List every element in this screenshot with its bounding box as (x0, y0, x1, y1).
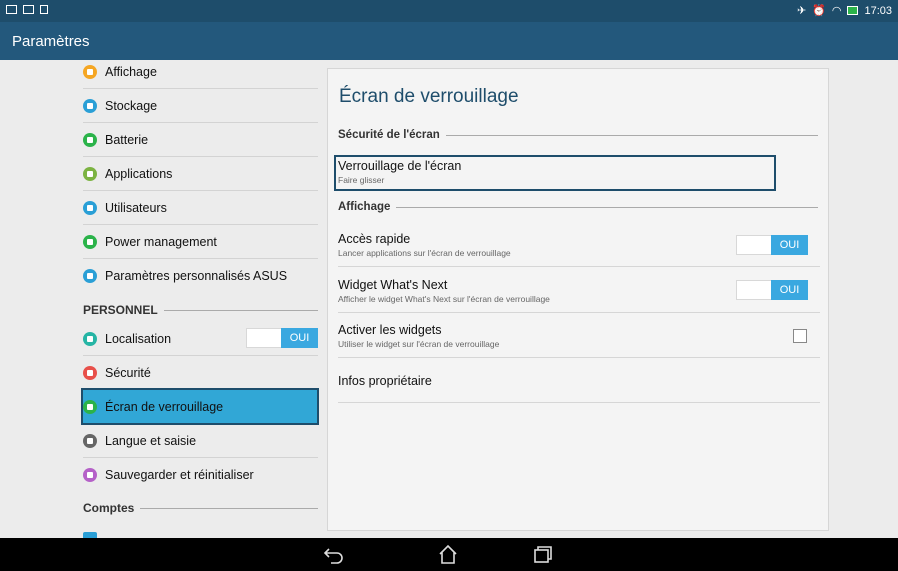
users-icon (83, 200, 97, 215)
lock-screen-row[interactable]: Verrouillage de l'écran Faire glisser (334, 155, 818, 191)
enable-widgets-checkbox[interactable] (793, 329, 807, 343)
divider (338, 402, 820, 403)
sidebar-item-lockscreen[interactable]: Écran de verrouillage (83, 390, 318, 423)
sidebar-item-language[interactable]: Langue et saisie (83, 424, 318, 457)
battery-icon (83, 132, 97, 147)
row-title: Infos propriétaire (338, 374, 432, 388)
status-bar: ✈ ⏰ ◠ 17:03 (0, 0, 898, 22)
quick-access-toggle[interactable]: OUI (736, 235, 808, 255)
sidebar-item-display[interactable]: Affichage (83, 60, 318, 88)
whats-next-toggle[interactable]: OUI (736, 280, 808, 300)
navigation-bar (0, 538, 898, 571)
focus-outline (334, 155, 776, 191)
divider (338, 266, 820, 267)
screenshot-notification-icon (6, 5, 17, 14)
toggle-on-label: OUI (771, 235, 808, 255)
app-title: Paramètres (12, 33, 90, 50)
section-header-personnel: PERSONNEL (83, 303, 318, 317)
sidebar-item-label: Batterie (105, 132, 149, 147)
sidebar-item-label: Applications (105, 166, 173, 181)
sidebar-item-account-partial[interactable] (83, 522, 318, 538)
back-icon[interactable] (323, 544, 345, 564)
toggle-on-label: OUI (771, 280, 808, 300)
sidebar-item-asus-settings[interactable]: Paramètres personnalisés ASUS (83, 259, 318, 292)
settings-list[interactable]: Affichage Stockage Batterie Applications… (0, 60, 330, 538)
panel-title: Écran de verrouillage (339, 86, 519, 107)
asus-settings-icon (83, 268, 97, 283)
app-bar: Paramètres (0, 22, 898, 60)
toggle-on-label: OUI (281, 328, 318, 348)
sidebar-item-label: Langue et saisie (105, 433, 197, 448)
wifi-icon: ◠ (831, 5, 842, 17)
sidebar-item-storage[interactable]: Stockage (83, 89, 318, 122)
divider (338, 312, 820, 313)
sidebar-item-label: Power management (105, 234, 217, 249)
language-icon (83, 433, 97, 448)
sidebar-item-security[interactable]: Sécurité (83, 356, 318, 389)
lockscreen-panel: Écran de verrouillage Sécurité de l'écra… (327, 68, 829, 531)
apps-icon (83, 166, 97, 181)
sidebar-item-label: Écran de verrouillage (105, 399, 224, 414)
owner-info-row[interactable]: Infos propriétaire (338, 374, 818, 388)
sidebar-item-backup[interactable]: Sauvegarder et réinitialiser (83, 458, 318, 491)
sidebar-item-label: Sécurité (105, 365, 151, 380)
sidebar-item-battery[interactable]: Batterie (83, 123, 318, 156)
alarm-icon: ⏰ (812, 5, 826, 17)
row-title: Activer les widgets (338, 323, 442, 337)
home-icon[interactable] (437, 544, 459, 564)
display-icon (83, 64, 97, 79)
sim-notification-icon (23, 5, 34, 14)
sidebar-item-label: Sauvegarder et réinitialiser (105, 467, 254, 482)
mute-icon: ✈ (796, 5, 807, 17)
sidebar-item-label: Affichage (105, 64, 157, 79)
sidebar-item-label: Utilisateurs (105, 200, 167, 215)
sidebar-item-label: Paramètres personnalisés ASUS (105, 268, 288, 283)
security-icon (83, 365, 97, 380)
section-header-display: Affichage (338, 201, 818, 213)
sidebar-item-label: Localisation (105, 331, 172, 346)
row-subtitle: Utiliser le widget sur l'écran de verrou… (338, 339, 500, 349)
recent-apps-icon[interactable] (532, 544, 554, 564)
clock-text: 17:03 (864, 4, 892, 17)
storage-icon (83, 98, 97, 113)
power-icon (83, 234, 97, 249)
lockscreen-icon (83, 399, 97, 414)
sidebar-item-label: Stockage (105, 98, 158, 113)
file-notification-icon (40, 5, 48, 14)
section-header-accounts: Comptes (83, 501, 318, 515)
location-toggle[interactable]: OUI (246, 328, 318, 348)
sidebar-item-users[interactable]: Utilisateurs (83, 191, 318, 224)
sidebar-item-applications[interactable]: Applications (83, 157, 318, 190)
sidebar-item-power-management[interactable]: Power management (83, 225, 318, 258)
section-header-screen-security: Sécurité de l'écran (338, 129, 818, 141)
enable-widgets-row[interactable]: Activer les widgets Utiliser le widget s… (338, 323, 818, 349)
divider (338, 357, 820, 358)
backup-icon (83, 467, 97, 482)
battery-charging-icon (847, 6, 859, 15)
location-icon (83, 331, 97, 346)
